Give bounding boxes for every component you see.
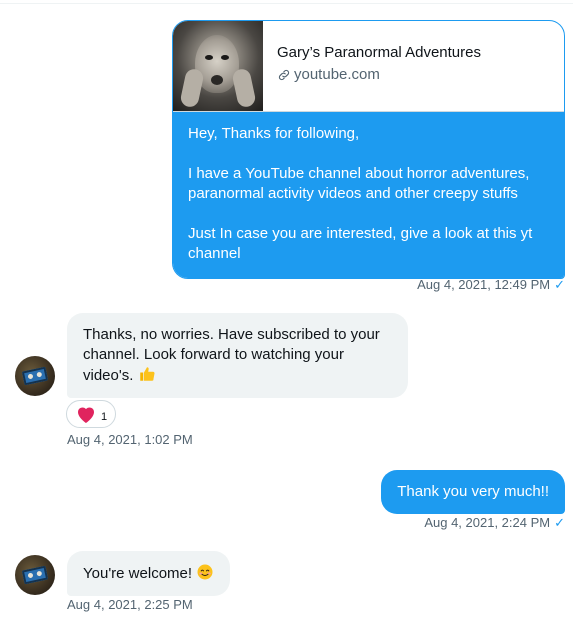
timestamp-text: Aug 4, 2021, 2:25 PM bbox=[67, 597, 193, 612]
smiling-face-emoji bbox=[197, 564, 213, 580]
sent-message-bubble[interactable]: Thank you very much!! bbox=[381, 470, 565, 514]
heart-icon bbox=[78, 407, 94, 423]
link-card-header[interactable]: Gary’s Paranormal Adventures youtube.com bbox=[173, 21, 564, 112]
reaction-count: 1 bbox=[101, 411, 108, 423]
reaction-badge[interactable]: 1 bbox=[66, 400, 116, 428]
checkmark-icon: ✓ bbox=[554, 277, 565, 292]
link-title[interactable]: Gary’s Paranormal Adventures bbox=[277, 43, 481, 63]
avatar[interactable] bbox=[15, 555, 55, 595]
received-message-bubble[interactable]: You're welcome! bbox=[67, 551, 231, 596]
link-card-message-text: Hey, Thanks for following, I have a YouT… bbox=[173, 112, 564, 278]
message-paragraph: I have a YouTube channel about horror ad… bbox=[188, 165, 530, 202]
link-domain-row: youtube.com bbox=[277, 65, 481, 85]
message-text: You're welcome! bbox=[83, 565, 193, 582]
link-card-meta: Gary’s Paranormal Adventures youtube.com bbox=[263, 21, 481, 111]
timestamp-text: Aug 4, 2021, 2:24 PM bbox=[424, 515, 551, 530]
link-icon bbox=[278, 69, 290, 81]
message-timestamp: Aug 4, 2021, 2:24 PM ✓ bbox=[424, 515, 565, 531]
avatar[interactable] bbox=[15, 356, 55, 396]
message-timestamp: Aug 4, 2021, 12:49 PM ✓ bbox=[417, 277, 565, 293]
message-paragraph: Hey, Thanks for following, bbox=[188, 125, 360, 142]
message-paragraph: Just In case you are interested, give a … bbox=[188, 225, 533, 262]
checkmark-icon: ✓ bbox=[554, 515, 565, 530]
message-text: Thank you very much!! bbox=[397, 483, 549, 500]
link-preview-message[interactable]: Gary’s Paranormal Adventures youtube.com… bbox=[172, 20, 565, 279]
message-text: Thanks, no worries. Have subscribed to y… bbox=[83, 326, 380, 384]
timestamp-text: Aug 4, 2021, 1:02 PM bbox=[67, 432, 193, 447]
received-message-bubble[interactable]: Thanks, no worries. Have subscribed to y… bbox=[67, 313, 408, 398]
message-timestamp: Aug 4, 2021, 2:25 PM bbox=[67, 597, 193, 613]
top-divider bbox=[0, 3, 573, 4]
timestamp-text: Aug 4, 2021, 12:49 PM bbox=[417, 277, 551, 292]
thumbs-up-emoji bbox=[139, 367, 155, 381]
link-thumbnail-image[interactable] bbox=[173, 21, 263, 111]
message-timestamp: Aug 4, 2021, 1:02 PM bbox=[67, 432, 193, 448]
link-domain: youtube.com bbox=[294, 66, 380, 83]
